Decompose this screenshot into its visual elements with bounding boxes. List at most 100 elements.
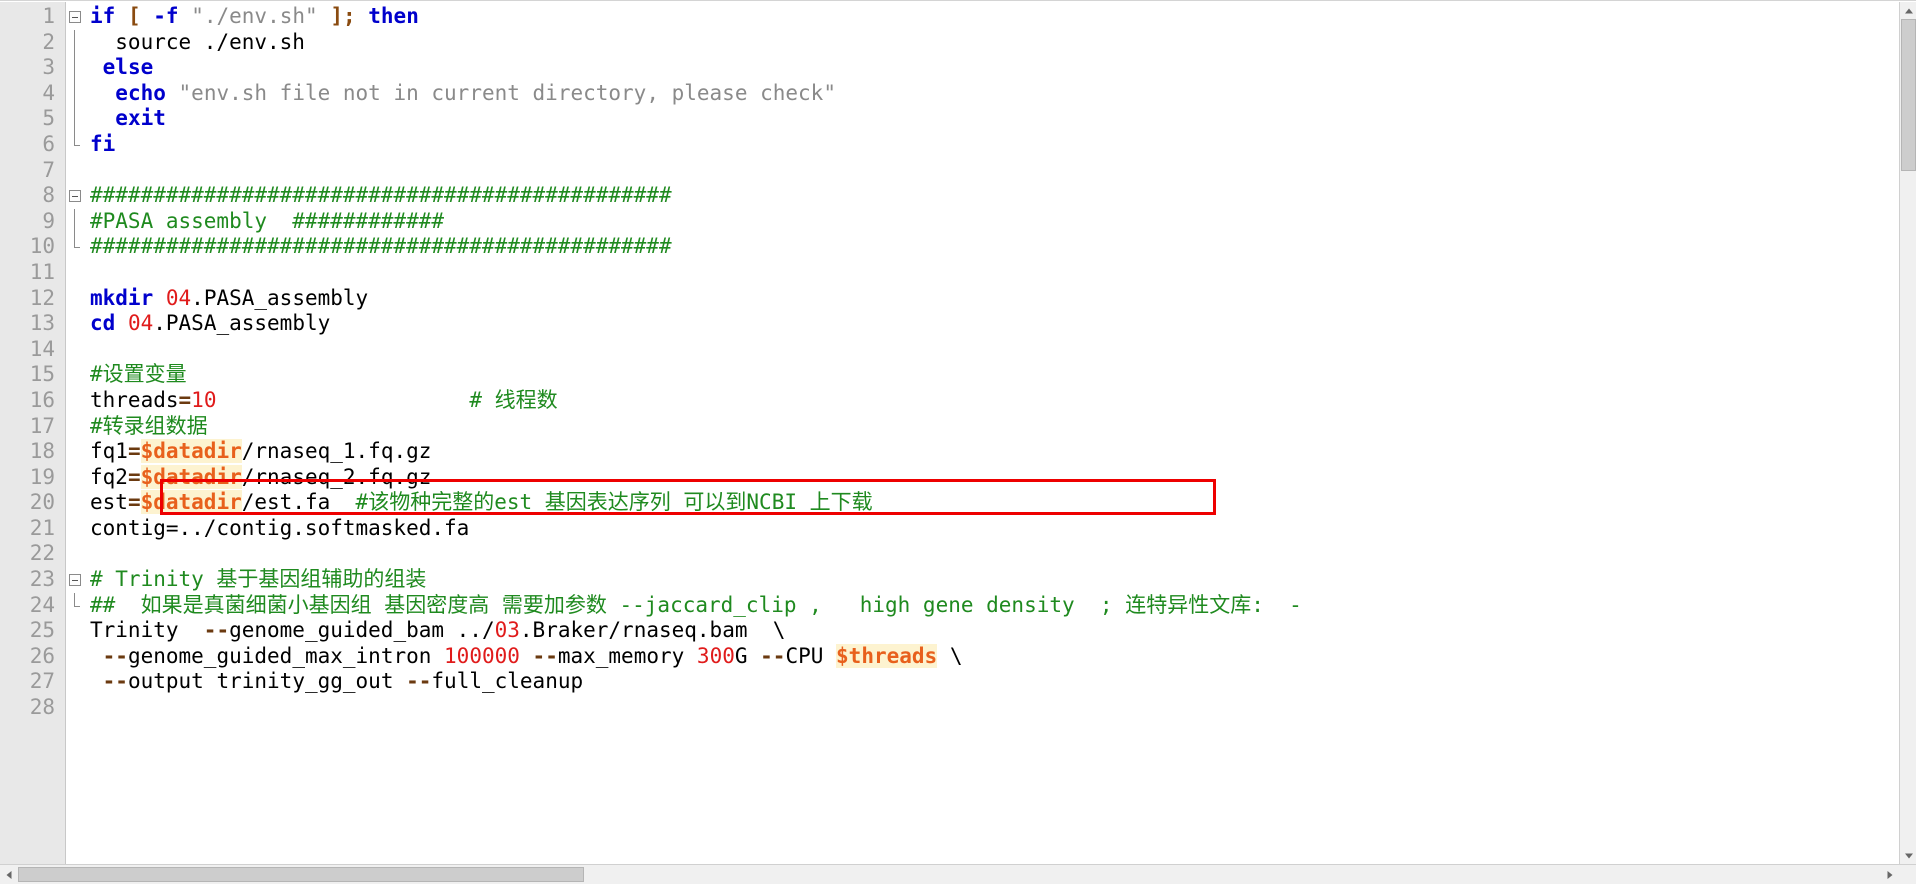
code-token-op: -- [203,618,230,643]
code-token-brack: [ [127,4,141,28]
code-token-str: "./env.sh" [191,4,318,28]
fold-marker-row[interactable] [66,29,86,56]
code-token-plain: max_memory [557,643,697,668]
code-line[interactable]: else [86,55,1916,81]
line-number: 21 [29,515,55,540]
code-line[interactable]: #设置变量 [86,362,1916,388]
code-token-plain: fq2 [90,464,128,489]
fold-marker-row[interactable] [66,234,86,260]
code-token-kw: exit [115,106,166,131]
scroll-up-arrow-icon[interactable] [1900,2,1916,19]
code-line[interactable] [86,260,1916,286]
vertical-scrollbar-thumb[interactable] [1901,19,1916,171]
code-line[interactable]: source ./env.sh [86,30,1916,56]
code-line[interactable]: fq2=$datadir/rnaseq_2.fq.gz [86,464,1916,491]
code-line[interactable]: ########################################… [86,234,1916,260]
code-line[interactable]: threads=10 # 线程数 [86,388,1916,414]
fold-marker-row [66,541,86,567]
fold-marker-row[interactable] [66,80,86,107]
fold-collapse-icon[interactable] [69,574,81,587]
code-token-op: -- [102,669,128,694]
code-token-cmt: ########################################… [90,234,672,259]
code-token-kw: echo [115,80,166,105]
vertical-scrollbar[interactable] [1899,2,1916,864]
code-line[interactable] [86,337,1916,363]
code-token-plain: source ./env.sh [90,29,305,54]
code-token-var: $threads [836,643,938,668]
code-line[interactable]: ########################################… [86,183,1916,209]
code-line[interactable]: #转录组数据 [86,414,1916,440]
line-number: 5 [42,106,55,131]
code-line[interactable]: --output trinity_gg_out --full_cleanup [86,669,1916,695]
code-line[interactable]: mkdir 04.PASA_assembly [86,286,1916,312]
editor-body: 1 2 3 4 5 6 7 8 9 10 11 12 13 14 15 16 17 18 19 20 21 22 23 24 2… [0,2,1916,864]
code-editor-window: 1 2 3 4 5 6 7 8 9 10 11 12 13 14 15 16 17 18 19 20 21 22 23 24 2… [0,0,1916,884]
horizontal-scrollbar-thumb[interactable] [18,867,584,882]
line-number: 26 [29,643,55,668]
fold-marker-row [66,490,86,516]
scroll-right-arrow-icon[interactable] [1881,866,1898,883]
code-token-op: = [127,490,141,515]
fold-marker-row[interactable] [66,131,86,158]
code-token-plain: output trinity_gg_out [127,669,407,694]
code-token-op: -- [102,643,128,668]
fold-marker-row [66,388,86,414]
line-number: 9 [42,208,55,233]
horizontal-scrollbar[interactable] [0,864,1916,884]
code-token-plain: Trinity [90,618,204,643]
fold-marker-row [66,465,86,491]
code-token-plain: .PASA_assembly [191,285,369,310]
code-token-plain: \ [937,643,963,668]
code-token-kw: then [368,4,419,28]
fold-marker-row[interactable] [66,183,86,209]
code-line[interactable]: ## 如果是真菌细菌小基因组 基因密度高 需要加参数 --jaccard_cli… [86,593,1916,619]
code-line[interactable]: fi [86,132,1916,158]
code-token-cmt: ########################################… [90,183,672,208]
code-line[interactable] [86,695,1916,721]
fold-marker-row[interactable] [66,592,86,619]
code-token-plain: /rnaseq_1.fq.gz [241,439,432,464]
code-line[interactable]: exit [86,106,1916,132]
fold-marker-row[interactable] [66,55,86,81]
line-number: 12 [29,285,55,310]
code-line[interactable]: # Trinity 基于基因组辅助的组装 [86,567,1916,593]
code-line[interactable]: Trinity --genome_guided_bam ../03.Braker… [86,618,1916,644]
code-token-plain: G [734,643,761,668]
code-line[interactable]: cd 04.PASA_assembly [86,311,1916,337]
code-folding-column[interactable] [66,2,86,864]
code-line-highlighted[interactable]: est=$datadir/est.fa #该物种完整的est 基因表达序列 可以… [86,490,1916,516]
code-content-area[interactable]: if [ -f "./env.sh" ]; then source ./env.… [86,2,1916,864]
line-number: 6 [42,131,55,156]
fold-marker-row[interactable] [66,106,86,132]
code-line[interactable]: --genome_guided_max_intron 100000 --max_… [86,643,1916,670]
line-number: 14 [29,336,55,361]
code-line[interactable]: fq1=$datadir/rnaseq_1.fq.gz [86,439,1916,465]
fold-marker-row[interactable] [66,4,86,30]
code-line[interactable]: echo "env.sh file not in current directo… [86,81,1916,107]
fold-collapse-icon[interactable] [69,11,81,23]
code-line[interactable] [86,158,1916,184]
line-number: 16 [29,387,55,412]
fold-marker-row [66,286,86,312]
code-line[interactable] [86,541,1916,567]
code-token-plain: est [90,490,128,515]
code-token-num: 100000 [444,643,520,668]
fold-marker-row [66,311,86,337]
code-line[interactable]: #PASA assembly ############ [86,209,1916,235]
fold-collapse-icon[interactable] [69,190,81,203]
fold-marker-row[interactable] [66,567,86,593]
fold-marker-row [66,260,86,286]
code-line[interactable]: contig=../contig.softmasked.fa [86,516,1916,542]
scroll-down-arrow-icon[interactable] [1900,847,1916,864]
code-line[interactable]: if [ -f "./env.sh" ]; then [86,4,1916,30]
scroll-left-arrow-icon[interactable] [0,866,17,883]
code-token-op: = [127,464,141,489]
fold-marker-row[interactable] [66,208,86,235]
